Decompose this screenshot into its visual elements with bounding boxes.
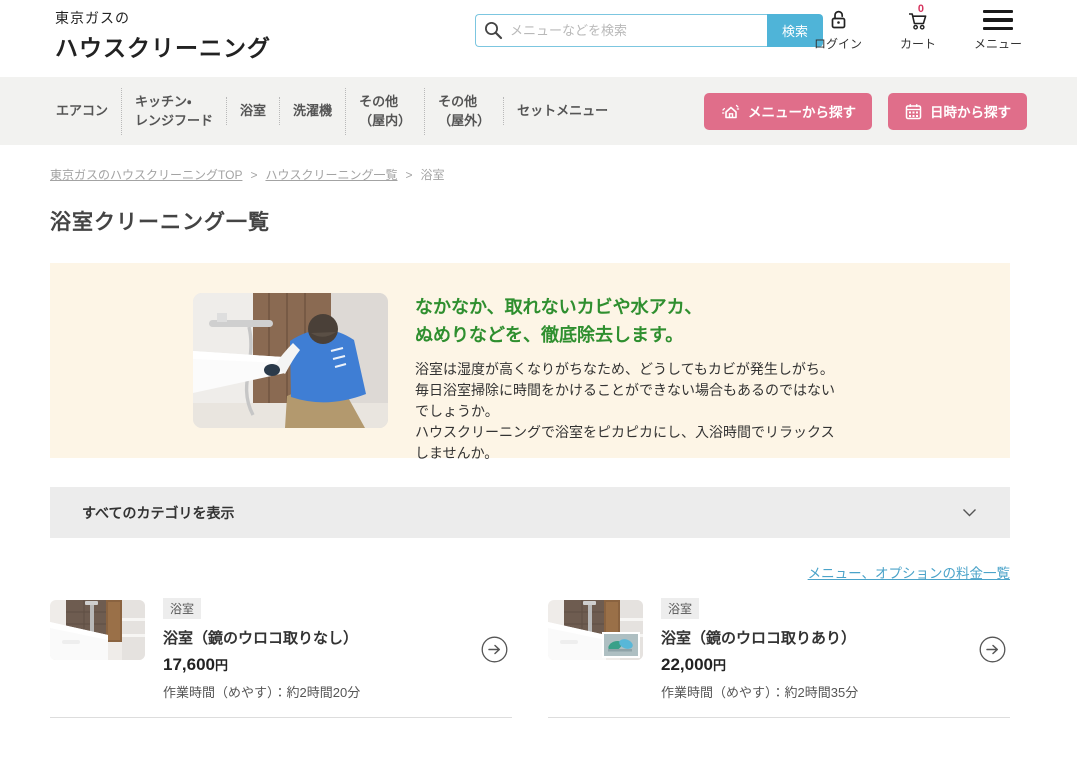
hero-description: 浴室は湿度が高くなりがちなため、どうしてもカビが発生しがち。 毎日浴室掃除に時間… <box>415 359 835 464</box>
nav-item-kitchen-rangehood[interactable]: キッチン・レンジフード <box>121 88 226 135</box>
card-info: 浴室 浴室（鏡のウロコ取りなし） 17,600円 作業時間（めやす）：約2時間2… <box>163 598 463 701</box>
card-currency: 円 <box>713 658 726 673</box>
search-by-date-button[interactable]: 日時から探す <box>888 93 1027 130</box>
menu-label: メニュー <box>974 35 1022 52</box>
logo-top-text: 東京ガスの <box>55 8 271 28</box>
breadcrumb-link-top[interactable]: 東京ガスのハウスクリーニングTOP <box>50 166 242 183</box>
cart-button[interactable]: 0 カート <box>889 8 947 52</box>
card-price-row: 22,000円 <box>661 655 961 675</box>
price-list-link[interactable]: メニュー、オプションの料金一覧 <box>808 566 1010 581</box>
cart-count-badge: 0 <box>918 3 924 15</box>
hero-photo-bathroom-cleaning <box>193 293 388 428</box>
search-by-menu-button[interactable]: メニューから探す <box>704 93 872 130</box>
nav-item-washing-machine[interactable]: 洗濯機 <box>279 97 345 125</box>
hero-heading: なかなか、取れないカビや水アカ、 ぬめりなどを、徹底除去します。 <box>415 294 835 350</box>
price-list-link-row: メニュー、オプションの料金一覧 <box>50 562 1010 583</box>
menu-card-bathroom-no-mirror[interactable]: 浴室 浴室（鏡のウロコ取りなし） 17,600円 作業時間（めやす）：約2時間2… <box>50 598 512 718</box>
menu-card-list: 浴室 浴室（鏡のウロコ取りなし） 17,600円 作業時間（めやす）：約2時間2… <box>50 598 1010 718</box>
search-input[interactable] <box>475 14 767 47</box>
menu-card-bathroom-with-mirror[interactable]: 浴室 浴室（鏡のウロコ取りあり） 22,000円 作業時間（めやす）：約2時間3… <box>548 598 1010 718</box>
hero-banner: なかなか、取れないカビや水アカ、 ぬめりなどを、徹底除去します。 浴室は湿度が高… <box>50 263 1010 458</box>
hero-text: なかなか、取れないカビや水アカ、 ぬめりなどを、徹底除去します。 浴室は湿度が高… <box>415 293 835 428</box>
card-title: 浴室（鏡のウロコ取りあり） <box>661 627 961 648</box>
category-nav: エアコン キッチン・レンジフード 浴室 洗濯機 その他（屋内） その他（屋外） … <box>0 77 1077 145</box>
arrow-right-circle-icon[interactable] <box>979 636 1006 663</box>
search-bar: 検索 <box>475 14 823 47</box>
card-thumbnail-bathroom <box>50 600 145 660</box>
breadcrumb-separator: > <box>405 168 412 182</box>
site-logo[interactable]: 東京ガスの ハウスクリーニング <box>55 8 271 63</box>
nav-item-bathroom[interactable]: 浴室 <box>226 97 279 125</box>
arrow-right-circle-icon[interactable] <box>481 636 508 663</box>
main-content: 東京ガスのハウスクリーニングTOP > ハウスクリーニング一覧 > 浴室 浴室ク… <box>0 166 1077 718</box>
chevron-down-icon <box>962 508 977 517</box>
page-title: 浴室クリーニング一覧 <box>50 206 1010 236</box>
cart-icon: 0 <box>906 8 930 32</box>
card-price: 22,000 <box>661 655 713 674</box>
nav-buttons: メニューから探す 日時から探す <box>704 93 1027 130</box>
breadcrumb-current: 浴室 <box>421 166 445 183</box>
card-thumbnail-bathroom-inset <box>548 600 643 660</box>
nav-item-other-indoor[interactable]: その他（屋内） <box>345 88 424 135</box>
menu-button[interactable]: メニュー <box>969 8 1027 52</box>
logo-main-text: ハウスクリーニング <box>55 29 271 63</box>
category-toggle-bar[interactable]: すべてのカテゴリを表示 <box>50 487 1010 538</box>
card-info: 浴室 浴室（鏡のウロコ取りあり） 22,000円 作業時間（めやす）：約2時間3… <box>661 598 961 701</box>
card-duration: 作業時間（めやす）：約2時間35分 <box>661 682 961 701</box>
nav-item-aircon[interactable]: エアコン <box>43 97 121 125</box>
card-price: 17,600 <box>163 655 215 674</box>
login-button[interactable]: ログイン <box>809 8 867 52</box>
breadcrumb-separator: > <box>250 168 257 182</box>
search-by-date-label: 日時から探す <box>930 101 1011 121</box>
card-duration: 作業時間（めやす）：約2時間20分 <box>163 682 463 701</box>
nav-list: エアコン キッチン・レンジフード 浴室 洗濯機 その他（屋内） その他（屋外） … <box>43 88 621 135</box>
house-sparkle-icon <box>720 101 741 121</box>
cart-label: カート <box>900 35 936 52</box>
lock-open-icon <box>828 8 849 32</box>
calendar-icon <box>904 102 923 121</box>
card-category-tag: 浴室 <box>163 598 201 619</box>
nav-item-other-outdoor[interactable]: その他（屋外） <box>424 88 503 135</box>
breadcrumb-link-cleaning-list[interactable]: ハウスクリーニング一覧 <box>265 166 397 183</box>
breadcrumb: 東京ガスのハウスクリーニングTOP > ハウスクリーニング一覧 > 浴室 <box>50 166 1010 183</box>
card-price-row: 17,600円 <box>163 655 463 675</box>
category-toggle-label: すべてのカテゴリを表示 <box>82 503 234 523</box>
site-header: 東京ガスの ハウスクリーニング 検索 ログイン <box>0 0 1077 77</box>
card-title: 浴室（鏡のウロコ取りなし） <box>163 627 463 648</box>
card-currency: 円 <box>215 658 228 673</box>
search-by-menu-label: メニューから探す <box>748 101 856 121</box>
login-label: ログイン <box>814 35 862 52</box>
card-category-tag: 浴室 <box>661 598 699 619</box>
hamburger-icon <box>983 8 1013 32</box>
nav-item-set-menu[interactable]: セットメニュー <box>503 97 621 125</box>
header-actions: ログイン 0 カート メニュー <box>809 8 1027 52</box>
